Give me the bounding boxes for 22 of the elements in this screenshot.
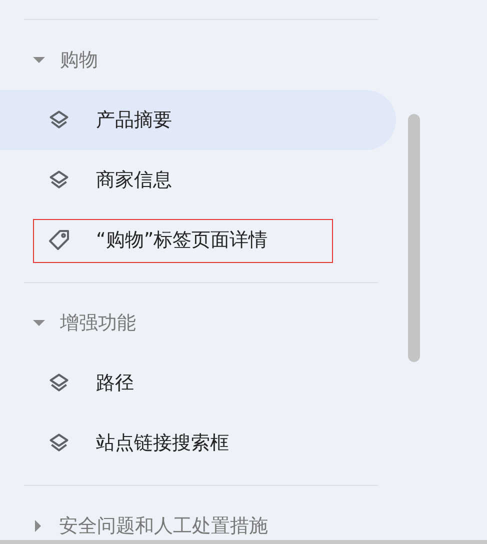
scrollbar-thumb[interactable] — [408, 114, 420, 362]
layers-icon — [48, 372, 70, 394]
layers-icon — [48, 109, 70, 131]
layers-icon — [48, 432, 70, 454]
tag-icon — [47, 228, 71, 252]
nav-item-label: 产品摘要 — [96, 108, 172, 133]
section-title: 购物 — [60, 48, 98, 73]
nav-item-label: 路径 — [96, 370, 134, 396]
nav-item[interactable]: 商家信息 — [0, 150, 396, 210]
nav-item[interactable]: “购物”标签页面详情 — [0, 210, 396, 270]
section-title: 增强功能 — [60, 310, 136, 336]
nav-item-label: “购物”标签页面详情 — [96, 228, 268, 253]
nav-item[interactable]: 路径 — [0, 353, 396, 413]
section-title: 安全问题和人工处置措施 — [59, 514, 268, 539]
section-header[interactable]: 安全问题和人工处置措施 — [0, 486, 400, 544]
nav-item-label: 站点链接搜索框 — [96, 430, 229, 456]
layers-icon — [48, 169, 70, 191]
nav-item[interactable]: 产品摘要 — [0, 90, 396, 150]
nav-item[interactable]: 站点链接搜索框 — [0, 413, 396, 473]
section-header[interactable]: 增强功能 — [0, 283, 400, 353]
nav-item-label: 商家信息 — [96, 168, 172, 193]
section-header[interactable]: 购物 — [0, 20, 400, 90]
